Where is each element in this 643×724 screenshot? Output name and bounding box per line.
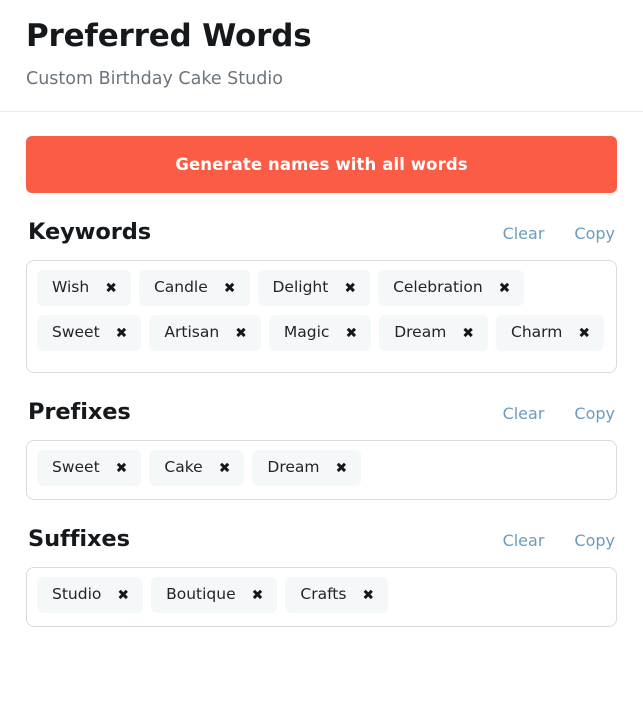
section-prefixes: Prefixes Clear Copy Sweet ✖ Cake ✖ Dream ✖ — [26, 399, 617, 501]
chip: Magic ✖ — [268, 314, 372, 351]
chip-label: Artisan — [164, 322, 220, 341]
generate-names-button[interactable]: Generate names with all words — [26, 136, 617, 194]
chip-label: Crafts — [300, 585, 347, 604]
page-header: Preferred Words Custom Birthday Cake Stu… — [0, 0, 643, 113]
page-content: Generate names with all words Keywords C… — [0, 112, 643, 628]
chip-label: Cake — [164, 458, 203, 477]
chip-label: Charm — [511, 322, 563, 341]
chip-remove-icon[interactable]: ✖ — [116, 326, 128, 340]
section-keywords-title: Keywords — [28, 219, 152, 246]
chip-remove-icon[interactable]: ✖ — [499, 281, 511, 295]
section-suffixes-actions: Clear Copy — [503, 531, 615, 550]
chip-label: Boutique — [166, 585, 236, 604]
chip-remove-icon[interactable]: ✖ — [116, 461, 128, 475]
keywords-chip-container: Wish ✖ Candle ✖ Delight ✖ Celebration ✖ Sweet ✖ Ar… — [26, 260, 617, 374]
section-suffixes: Suffixes Clear Copy Studio ✖ Boutique ✖ Craf… — [26, 526, 617, 628]
chip-remove-icon[interactable]: ✖ — [462, 326, 474, 340]
copy-prefixes-link[interactable]: Copy — [574, 404, 615, 423]
chip-remove-icon[interactable]: ✖ — [362, 588, 374, 602]
chip: Dream ✖ — [379, 314, 489, 351]
chip: Wish ✖ — [37, 270, 131, 306]
chip: Candle ✖ — [138, 270, 250, 306]
chip: Sweet ✖ — [37, 314, 142, 351]
preferred-words-page: Preferred Words Custom Birthday Cake Stu… — [0, 0, 643, 724]
chip: Celebration ✖ — [378, 270, 525, 306]
chip-remove-icon[interactable]: ✖ — [336, 461, 348, 475]
chip-label: Sweet — [52, 458, 100, 477]
chip: Charm ✖ — [496, 314, 605, 351]
chip-label: Magic — [283, 322, 330, 341]
section-prefixes-actions: Clear Copy — [503, 404, 615, 423]
copy-suffixes-link[interactable]: Copy — [574, 531, 615, 550]
chip-label: Wish — [52, 278, 90, 297]
chip-label: Dream — [394, 322, 447, 341]
clear-suffixes-link[interactable]: Clear — [503, 531, 545, 550]
chip-remove-icon[interactable]: ✖ — [105, 281, 117, 295]
chip-remove-icon[interactable]: ✖ — [219, 461, 231, 475]
section-suffixes-title: Suffixes — [28, 526, 130, 553]
section-keywords-header: Keywords Clear Copy — [26, 219, 617, 245]
chip-label: Candle — [153, 278, 208, 297]
chip: Delight ✖ — [257, 270, 371, 306]
section-prefixes-header: Prefixes Clear Copy — [26, 399, 617, 425]
chip-remove-icon[interactable]: ✖ — [578, 326, 590, 340]
chip-label: Celebration — [393, 278, 483, 297]
chip-label: Studio — [52, 585, 102, 604]
chip-remove-icon[interactable]: ✖ — [344, 281, 356, 295]
chip: Sweet ✖ — [37, 450, 142, 486]
chip: Studio ✖ — [37, 577, 144, 613]
chip-remove-icon[interactable]: ✖ — [345, 326, 357, 340]
prefixes-chip-container: Sweet ✖ Cake ✖ Dream ✖ — [26, 440, 617, 501]
chip: Artisan ✖ — [149, 314, 261, 351]
section-keywords-actions: Clear Copy — [503, 224, 615, 243]
section-keywords: Keywords Clear Copy Wish ✖ Candle ✖ Delight ✖… — [26, 219, 617, 374]
chip-label: Sweet — [52, 322, 100, 341]
chip-label: Delight — [272, 278, 329, 297]
chip: Cake ✖ — [149, 450, 245, 486]
clear-prefixes-link[interactable]: Clear — [503, 404, 545, 423]
section-suffixes-header: Suffixes Clear Copy — [26, 526, 617, 552]
chip: Dream ✖ — [252, 450, 362, 486]
chip-remove-icon[interactable]: ✖ — [235, 326, 247, 340]
chip: Crafts ✖ — [285, 577, 389, 613]
chip-remove-icon[interactable]: ✖ — [252, 588, 264, 602]
chip-label: Dream — [267, 458, 320, 477]
page-subtitle: Custom Birthday Cake Studio — [26, 69, 283, 90]
page-title: Preferred Words — [26, 18, 312, 54]
suffixes-chip-container: Studio ✖ Boutique ✖ Crafts ✖ — [26, 567, 617, 628]
chip: Boutique ✖ — [151, 577, 278, 613]
chip-remove-icon[interactable]: ✖ — [224, 281, 236, 295]
chip-remove-icon[interactable]: ✖ — [117, 588, 129, 602]
clear-keywords-link[interactable]: Clear — [503, 224, 545, 243]
copy-keywords-link[interactable]: Copy — [574, 224, 615, 243]
section-prefixes-title: Prefixes — [28, 399, 131, 426]
